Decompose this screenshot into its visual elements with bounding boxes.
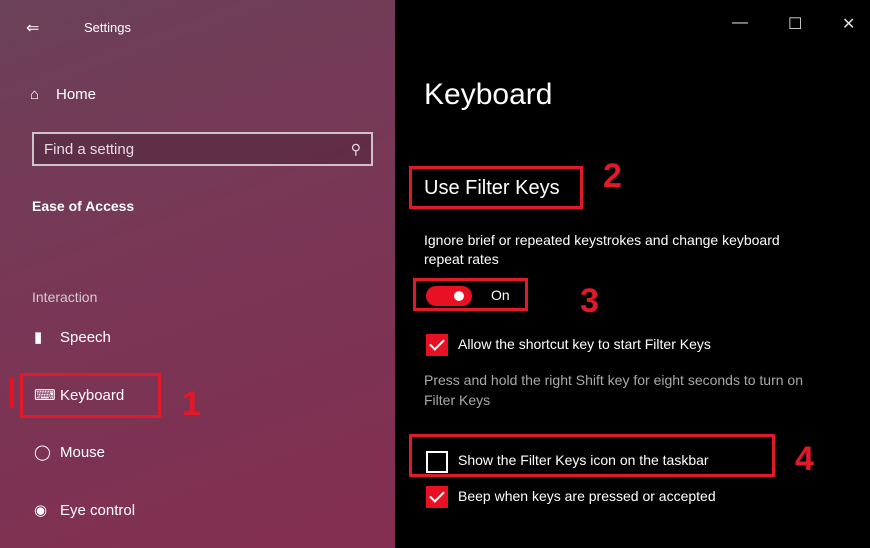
minimize-button[interactable]: — [732,14,748,32]
page-title: Keyboard [424,78,553,111]
annotation-box-3 [413,278,528,311]
maximize-icon: ☐ [788,16,803,33]
nav-item-eye-control[interactable]: ◉ Eye control [34,501,136,520]
maximize-button[interactable]: ☐ [788,14,802,34]
nav-home-label: Home [56,86,97,103]
nav-item-label: Eye control [60,501,136,519]
nav-home[interactable]: ⌂ Home [30,86,96,103]
beep-label: Beep when keys are pressed or accepted [458,488,716,504]
annotation-box-2 [409,166,583,209]
annotation-number-1: 1 [182,385,201,423]
close-button[interactable]: ✕ [842,14,855,34]
nav-item-label: Mouse [60,443,106,461]
minimize-icon: — [732,14,748,31]
nav-item-speech[interactable]: ▮ Speech [34,328,111,347]
shortcut-key-checkbox[interactable] [426,334,448,356]
selected-indicator [10,378,14,408]
group-label: Interaction [32,289,98,305]
eye-control-icon: ◉ [34,502,48,519]
back-button[interactable]: ⇐ [26,18,39,38]
beep-checkbox[interactable] [426,486,448,508]
annotation-number-3: 3 [580,282,599,320]
annotation-box-4 [409,434,775,477]
mouse-icon: ◯ [34,444,51,461]
nav-item-mouse[interactable]: ◯ Mouse [34,443,106,462]
back-arrow-icon: ⇐ [26,20,40,37]
shortcut-hint: Press and hold the right Shift key for e… [424,372,803,408]
app-title: Settings [84,20,131,35]
microphone-icon: ▮ [34,329,43,346]
annotation-box-1 [20,373,161,418]
annotation-number-2: 2 [603,157,622,195]
section-title: Ease of Access [32,198,135,214]
home-icon: ⌂ [30,86,40,103]
search-input[interactable]: Find a setting ⚲ [32,132,373,166]
annotation-number-4: 4 [795,440,814,478]
search-icon: ⚲ [350,140,361,157]
close-icon: ✕ [842,16,856,33]
sidebar: ⇐ Settings ⌂ Home Find a setting ⚲ Ease … [0,0,395,548]
search-placeholder: Find a setting [44,140,135,158]
shortcut-key-label: Allow the shortcut key to start Filter K… [458,336,711,352]
nav-item-label: Speech [60,328,111,346]
filter-keys-description: Ignore brief or repeated keystrokes and … [424,232,780,267]
